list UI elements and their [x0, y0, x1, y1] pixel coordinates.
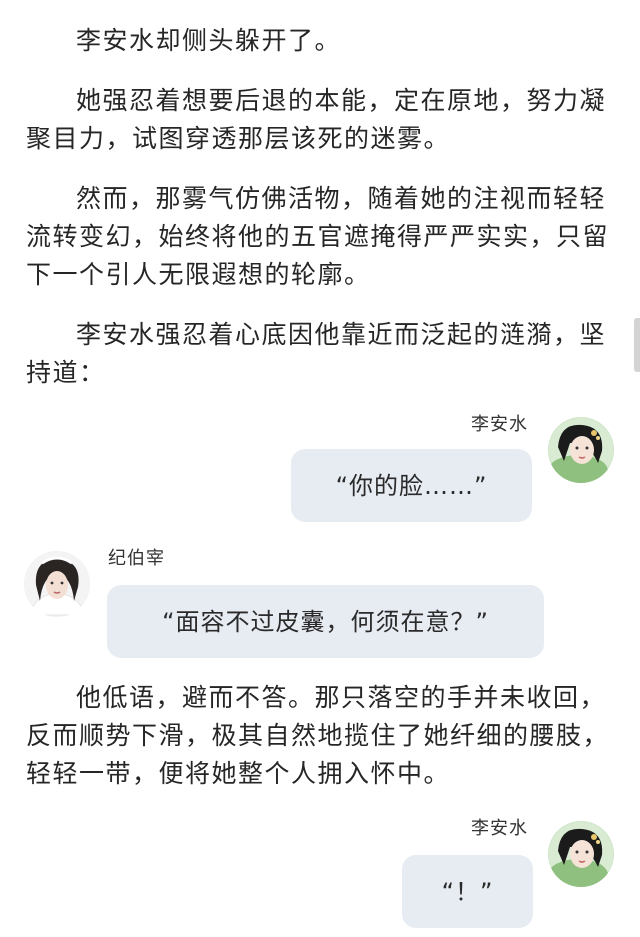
story-paragraph: 李安水却侧头躲开了。	[76, 26, 342, 55]
story-paragraph: 她强忍着想要后退的本能，定在原地，努力凝聚目力，试图穿透那层该死的迷雾。	[26, 86, 607, 153]
female-avatar-icon	[548, 417, 614, 483]
speaker-name: 李安水	[471, 414, 528, 435]
speech-bubble: “！”	[402, 855, 533, 928]
female-avatar-icon	[548, 821, 614, 887]
story-paragraph: 他低语，避而不答。那只落空的手并未收回，反而顺势下滑，极其自然地揽住了她纤细的腰…	[26, 683, 610, 788]
speaker-name: 纪伯宰	[108, 548, 165, 569]
speaker-name: 李安水	[471, 818, 528, 839]
story-paragraph: 然而，那雾气仿佛活物，随着她的注视而轻轻流转变幻，始终将他的五官遮掩得严严实实，…	[26, 184, 610, 289]
male-avatar-icon	[24, 551, 90, 617]
speech-bubble: “你的脸……”	[291, 449, 532, 522]
story-paragraph: 李安水强忍着心底因他靠近而泛起的涟漪，坚持道：	[26, 320, 607, 387]
scrollbar-handle[interactable]	[634, 318, 640, 372]
speech-bubble: “面容不过皮囊，何须在意？”	[107, 585, 544, 658]
